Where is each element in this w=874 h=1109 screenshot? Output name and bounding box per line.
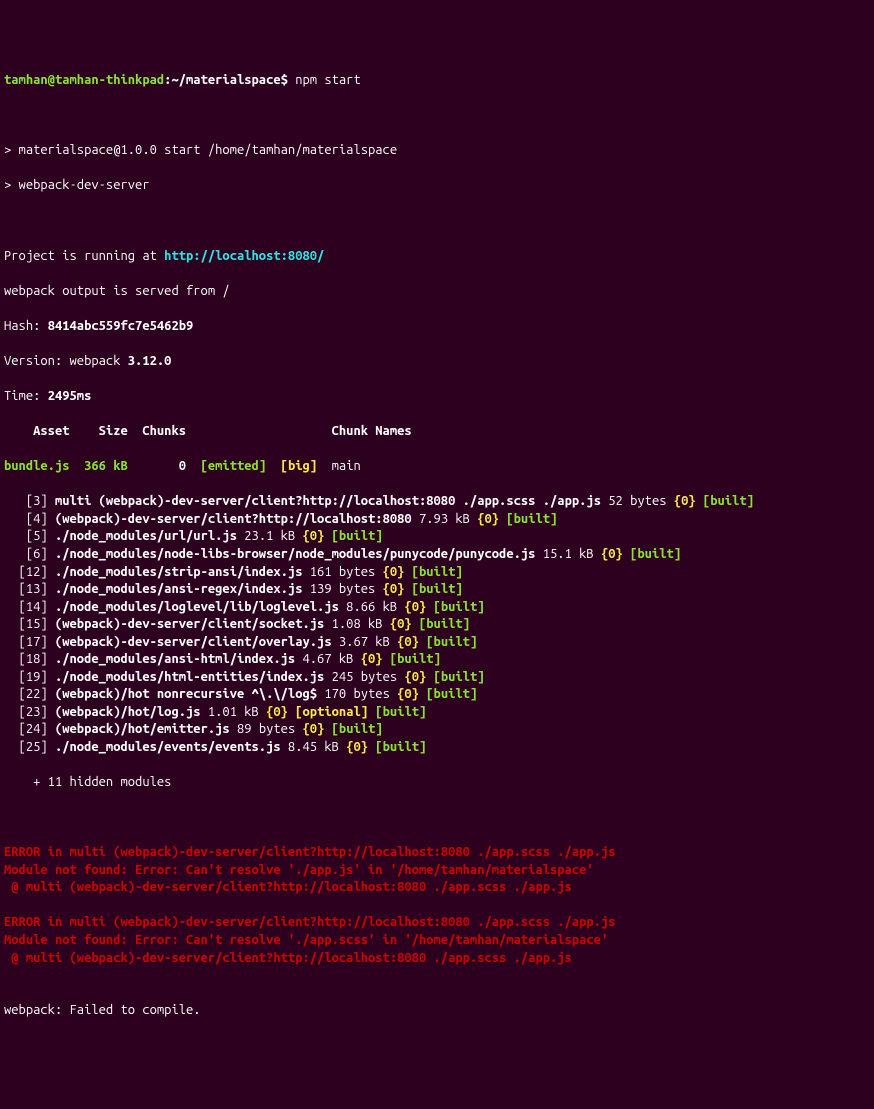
prompt-user-host: tamhan@tamhan-thinkpad bbox=[4, 73, 164, 87]
module-row: [6] ./node_modules/node-libs-browser/nod… bbox=[4, 546, 870, 564]
blank-line bbox=[4, 809, 870, 827]
running-line: Project is running at http://localhost:8… bbox=[4, 248, 870, 266]
blank-line bbox=[4, 107, 870, 125]
errors-list: ERROR in multi (webpack)-dev-server/clie… bbox=[4, 844, 870, 984]
module-row: [3] multi (webpack)-dev-server/client?ht… bbox=[4, 493, 870, 511]
error-at: @ multi (webpack)-dev-server/client?http… bbox=[4, 950, 870, 968]
npm-line-1: > materialspace@1.0.0 start /home/tamhan… bbox=[4, 142, 870, 160]
hidden-modules: + 11 hidden modules bbox=[4, 774, 870, 792]
module-row: [23] (webpack)/hot/log.js 1.01 kB {0} [o… bbox=[4, 704, 870, 722]
hash-line: Hash: 8414abc559fc7e5462b9 bbox=[4, 318, 870, 336]
blank-line bbox=[4, 897, 870, 915]
terminal-output[interactable]: tamhan@tamhan-thinkpad:~/materialspace$ … bbox=[4, 72, 870, 1020]
error-detail: Module not found: Error: Can't resolve '… bbox=[4, 932, 870, 950]
module-row: [14] ./node_modules/loglevel/lib/logleve… bbox=[4, 599, 870, 617]
module-row: [22] (webpack)/hot nonrecursive ^\.\/log… bbox=[4, 686, 870, 704]
module-row: [5] ./node_modules/url/url.js 23.1 kB {0… bbox=[4, 528, 870, 546]
module-row: [17] (webpack)-dev-server/client/overlay… bbox=[4, 634, 870, 652]
module-row: [12] ./node_modules/strip-ansi/index.js … bbox=[4, 564, 870, 582]
version-line: Version: webpack 3.12.0 bbox=[4, 353, 870, 371]
final-status: webpack: Failed to compile. bbox=[4, 1002, 870, 1020]
prompt-cmd: npm start bbox=[295, 73, 361, 87]
error-header: ERROR in multi (webpack)-dev-server/clie… bbox=[4, 914, 870, 932]
modules-list: [3] multi (webpack)-dev-server/client?ht… bbox=[4, 493, 870, 756]
module-row: [25] ./node_modules/events/events.js 8.4… bbox=[4, 739, 870, 757]
module-row: [19] ./node_modules/html-entities/index.… bbox=[4, 669, 870, 687]
table-header: Asset Size Chunks Chunk Names bbox=[4, 423, 870, 441]
error-at: @ multi (webpack)-dev-server/client?http… bbox=[4, 879, 870, 897]
module-row: [18] ./node_modules/ansi-html/index.js 4… bbox=[4, 651, 870, 669]
module-row: [4] (webpack)-dev-server/client?http://l… bbox=[4, 511, 870, 529]
blank-line bbox=[4, 213, 870, 231]
prompt-line: tamhan@tamhan-thinkpad:~/materialspace$ … bbox=[4, 72, 870, 90]
error-detail: Module not found: Error: Can't resolve '… bbox=[4, 862, 870, 880]
npm-line-2: > webpack-dev-server bbox=[4, 177, 870, 195]
bundle-row: bundle.js 366 kB 0 [emitted] [big] main bbox=[4, 458, 870, 476]
prompt-path: :~/materialspace$ bbox=[164, 73, 295, 87]
served-line: webpack output is served from / bbox=[4, 283, 870, 301]
module-row: [13] ./node_modules/ansi-regex/index.js … bbox=[4, 581, 870, 599]
server-url: http://localhost:8080/ bbox=[164, 249, 324, 263]
error-header: ERROR in multi (webpack)-dev-server/clie… bbox=[4, 844, 870, 862]
module-row: [24] (webpack)/hot/emitter.js 89 bytes {… bbox=[4, 721, 870, 739]
time-line: Time: 2495ms bbox=[4, 388, 870, 406]
module-row: [15] (webpack)-dev-server/client/socket.… bbox=[4, 616, 870, 634]
blank-line bbox=[4, 967, 870, 985]
